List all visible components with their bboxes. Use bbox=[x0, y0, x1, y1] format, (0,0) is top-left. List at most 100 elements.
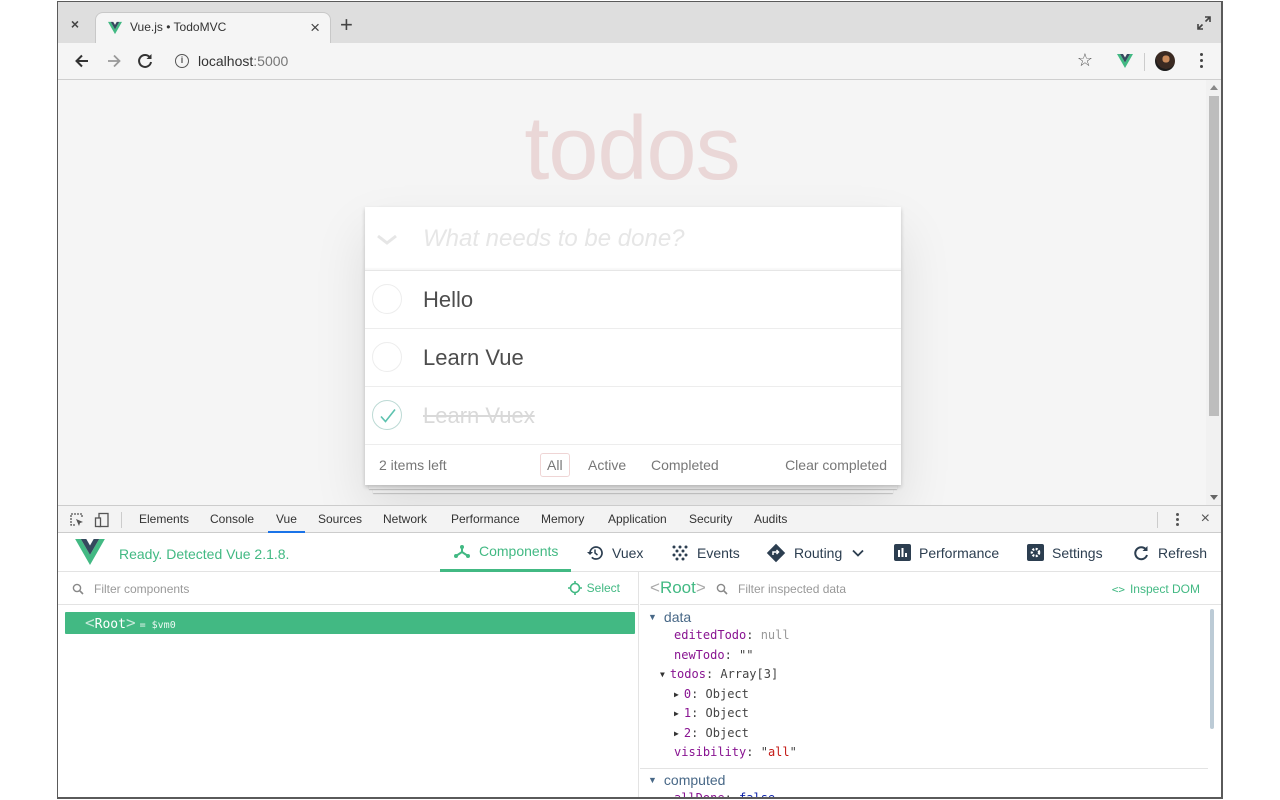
new-tab-button[interactable]: + bbox=[340, 14, 353, 36]
todo-label[interactable]: Hello bbox=[423, 287, 473, 313]
inspector-scrollbar[interactable] bbox=[1210, 609, 1214, 729]
vue-tab-components[interactable]: Components bbox=[440, 533, 572, 572]
data-prop-editedTodo[interactable]: editedTodo: null bbox=[674, 628, 790, 642]
devtools-divider bbox=[121, 512, 122, 528]
todo-list: Hello Learn Vue Learn Vuex bbox=[365, 271, 901, 445]
scrollbar-thumb[interactable] bbox=[1209, 96, 1219, 416]
devtools-menu-icon[interactable] bbox=[1176, 513, 1179, 527]
info-icon[interactable]: i bbox=[175, 54, 189, 68]
devtools-tab-vue[interactable]: Vue bbox=[268, 506, 305, 533]
data-prop-todos-item[interactable]: ▶ 2: Object bbox=[674, 726, 749, 740]
bookmark-star-icon[interactable]: ☆ bbox=[1077, 50, 1093, 70]
reload-icon[interactable] bbox=[135, 51, 155, 71]
todo-item: Hello bbox=[365, 271, 901, 329]
filter-active[interactable]: Active bbox=[581, 453, 633, 477]
vue-tab-refresh[interactable]: Refresh bbox=[1132, 533, 1207, 572]
device-toolbar-icon[interactable] bbox=[94, 512, 110, 528]
todo-label[interactable]: Learn Vuex bbox=[423, 403, 535, 429]
vue-devtools-extension-icon[interactable] bbox=[1117, 54, 1133, 68]
inspector-header: <Root> <>Inspect DOM bbox=[640, 572, 1221, 605]
checkmark-icon bbox=[380, 409, 396, 423]
data-prop-newTodo[interactable]: newTodo: "" bbox=[674, 648, 753, 662]
vue-tab-label: Performance bbox=[919, 544, 1000, 561]
tab-close-button[interactable]: × bbox=[310, 18, 320, 38]
devtools-tab-audits[interactable]: Audits bbox=[754, 506, 787, 533]
new-todo-input[interactable] bbox=[423, 223, 883, 255]
caret-down-icon: ▼ bbox=[660, 670, 665, 679]
todo-checkbox[interactable] bbox=[372, 342, 402, 372]
inspect-dom-button[interactable]: <> Inspect DOM bbox=[1112, 582, 1200, 596]
browser-toolbar: i localhost:5000 ☆ bbox=[58, 43, 1221, 80]
data-prop-todos-item[interactable]: ▶ 0: Object bbox=[674, 687, 749, 701]
devtools-tab-console[interactable]: Console bbox=[210, 506, 254, 533]
todo-checkbox[interactable] bbox=[372, 284, 402, 314]
filter-inspected-data-input[interactable] bbox=[738, 579, 1038, 599]
toggle-all-chevron-icon[interactable] bbox=[375, 233, 399, 247]
back-arrow-icon[interactable] bbox=[72, 51, 92, 71]
inspect-element-icon[interactable] bbox=[69, 512, 85, 528]
events-icon bbox=[672, 545, 688, 560]
clear-completed-button[interactable]: Clear completed bbox=[785, 457, 887, 473]
caret-right-icon: ▶ bbox=[674, 729, 679, 738]
component-tree-item-root[interactable]: <Root> = $vm0 bbox=[65, 612, 635, 634]
stack-decoration bbox=[373, 489, 893, 493]
filter-completed[interactable]: Completed bbox=[644, 453, 726, 477]
scroll-up-arrow-icon[interactable] bbox=[1210, 85, 1218, 90]
target-icon bbox=[567, 581, 582, 595]
forward-arrow-icon[interactable] bbox=[104, 51, 124, 71]
address-bar[interactable]: i localhost:5000 bbox=[168, 47, 1048, 75]
vue-tab-events[interactable]: Events bbox=[671, 533, 740, 572]
filter-components-input[interactable] bbox=[94, 579, 494, 599]
page-viewport: todos Hello Learn Vue Learn Vuex 2 items l… bbox=[58, 80, 1206, 505]
caret-down-icon: ▼ bbox=[648, 612, 657, 622]
search-icon bbox=[716, 583, 728, 595]
data-prop-visibility[interactable]: visibility: "all" bbox=[674, 745, 797, 759]
filter-all[interactable]: All bbox=[540, 453, 570, 477]
refresh-icon bbox=[1134, 545, 1148, 560]
vue-tab-label: Vuex bbox=[612, 544, 644, 561]
vue-tab-label: Components bbox=[479, 543, 559, 559]
todo-footer: 2 items left All Active Completed Clear … bbox=[365, 445, 901, 485]
tab-title: Vue.js • TodoMVC bbox=[130, 20, 227, 34]
vue-tab-performance[interactable]: Performance bbox=[894, 533, 999, 572]
devtools-close-button[interactable]: × bbox=[1201, 510, 1210, 528]
vue-status-message: Ready. Detected Vue 2.1.8. bbox=[119, 546, 290, 562]
computed-section-toggle[interactable]: ▼ computed bbox=[648, 772, 725, 788]
devtools-tab-sources[interactable]: Sources bbox=[318, 506, 362, 533]
vue-tab-settings[interactable]: Settings bbox=[1027, 533, 1103, 572]
caret-right-icon: ▶ bbox=[674, 690, 679, 699]
computed-prop-allDone[interactable]: allDone: false bbox=[674, 791, 775, 797]
routing-icon bbox=[766, 543, 786, 562]
devtools-tab-security[interactable]: Security bbox=[689, 506, 732, 533]
devtools-tab-memory[interactable]: Memory bbox=[541, 506, 584, 533]
profile-avatar[interactable] bbox=[1155, 51, 1175, 71]
components-pane: Select <Root>= $vm0 bbox=[58, 572, 639, 797]
vue-devtools-header: Ready. Detected Vue 2.1.8. Components Vu… bbox=[58, 533, 1221, 572]
select-component-button[interactable]: Select bbox=[567, 581, 620, 595]
todo-checkbox[interactable] bbox=[372, 400, 402, 430]
vue-tab-routing[interactable]: Routing bbox=[766, 533, 872, 572]
close-icon[interactable]: × bbox=[66, 15, 84, 33]
devtools-panel: Elements Console Vue Sources Network Performa… bbox=[58, 505, 1221, 797]
stack-decoration bbox=[369, 485, 897, 489]
data-section-toggle[interactable]: ▼ data bbox=[648, 609, 691, 625]
todo-item: Learn Vue bbox=[365, 329, 901, 387]
todo-label[interactable]: Learn Vue bbox=[423, 345, 524, 371]
caret-down-icon: ▼ bbox=[648, 775, 657, 785]
page-scrollbar[interactable] bbox=[1206, 80, 1221, 505]
vue-tab-label: Refresh bbox=[1158, 544, 1208, 561]
restore-window-icon[interactable] bbox=[1197, 16, 1211, 30]
devtools-tab-application[interactable]: Application bbox=[608, 506, 667, 533]
caret-right-icon: ▶ bbox=[674, 709, 679, 718]
select-label: Select bbox=[586, 581, 620, 595]
data-prop-todos[interactable]: ▼ todos: Array[3] bbox=[660, 667, 778, 681]
browser-tab[interactable]: Vue.js • TodoMVC × bbox=[95, 12, 331, 44]
browser-menu-icon[interactable] bbox=[1199, 52, 1203, 70]
devtools-tab-elements[interactable]: Elements bbox=[139, 506, 189, 533]
vue-tab-vuex[interactable]: Vuex bbox=[586, 533, 643, 572]
vue-tab-label: Events bbox=[697, 544, 740, 561]
devtools-tab-network[interactable]: Network bbox=[383, 506, 427, 533]
data-prop-todos-item[interactable]: ▶ 1: Object bbox=[674, 706, 749, 720]
scroll-down-arrow-icon[interactable] bbox=[1210, 495, 1218, 500]
devtools-tab-performance[interactable]: Performance bbox=[451, 506, 520, 533]
